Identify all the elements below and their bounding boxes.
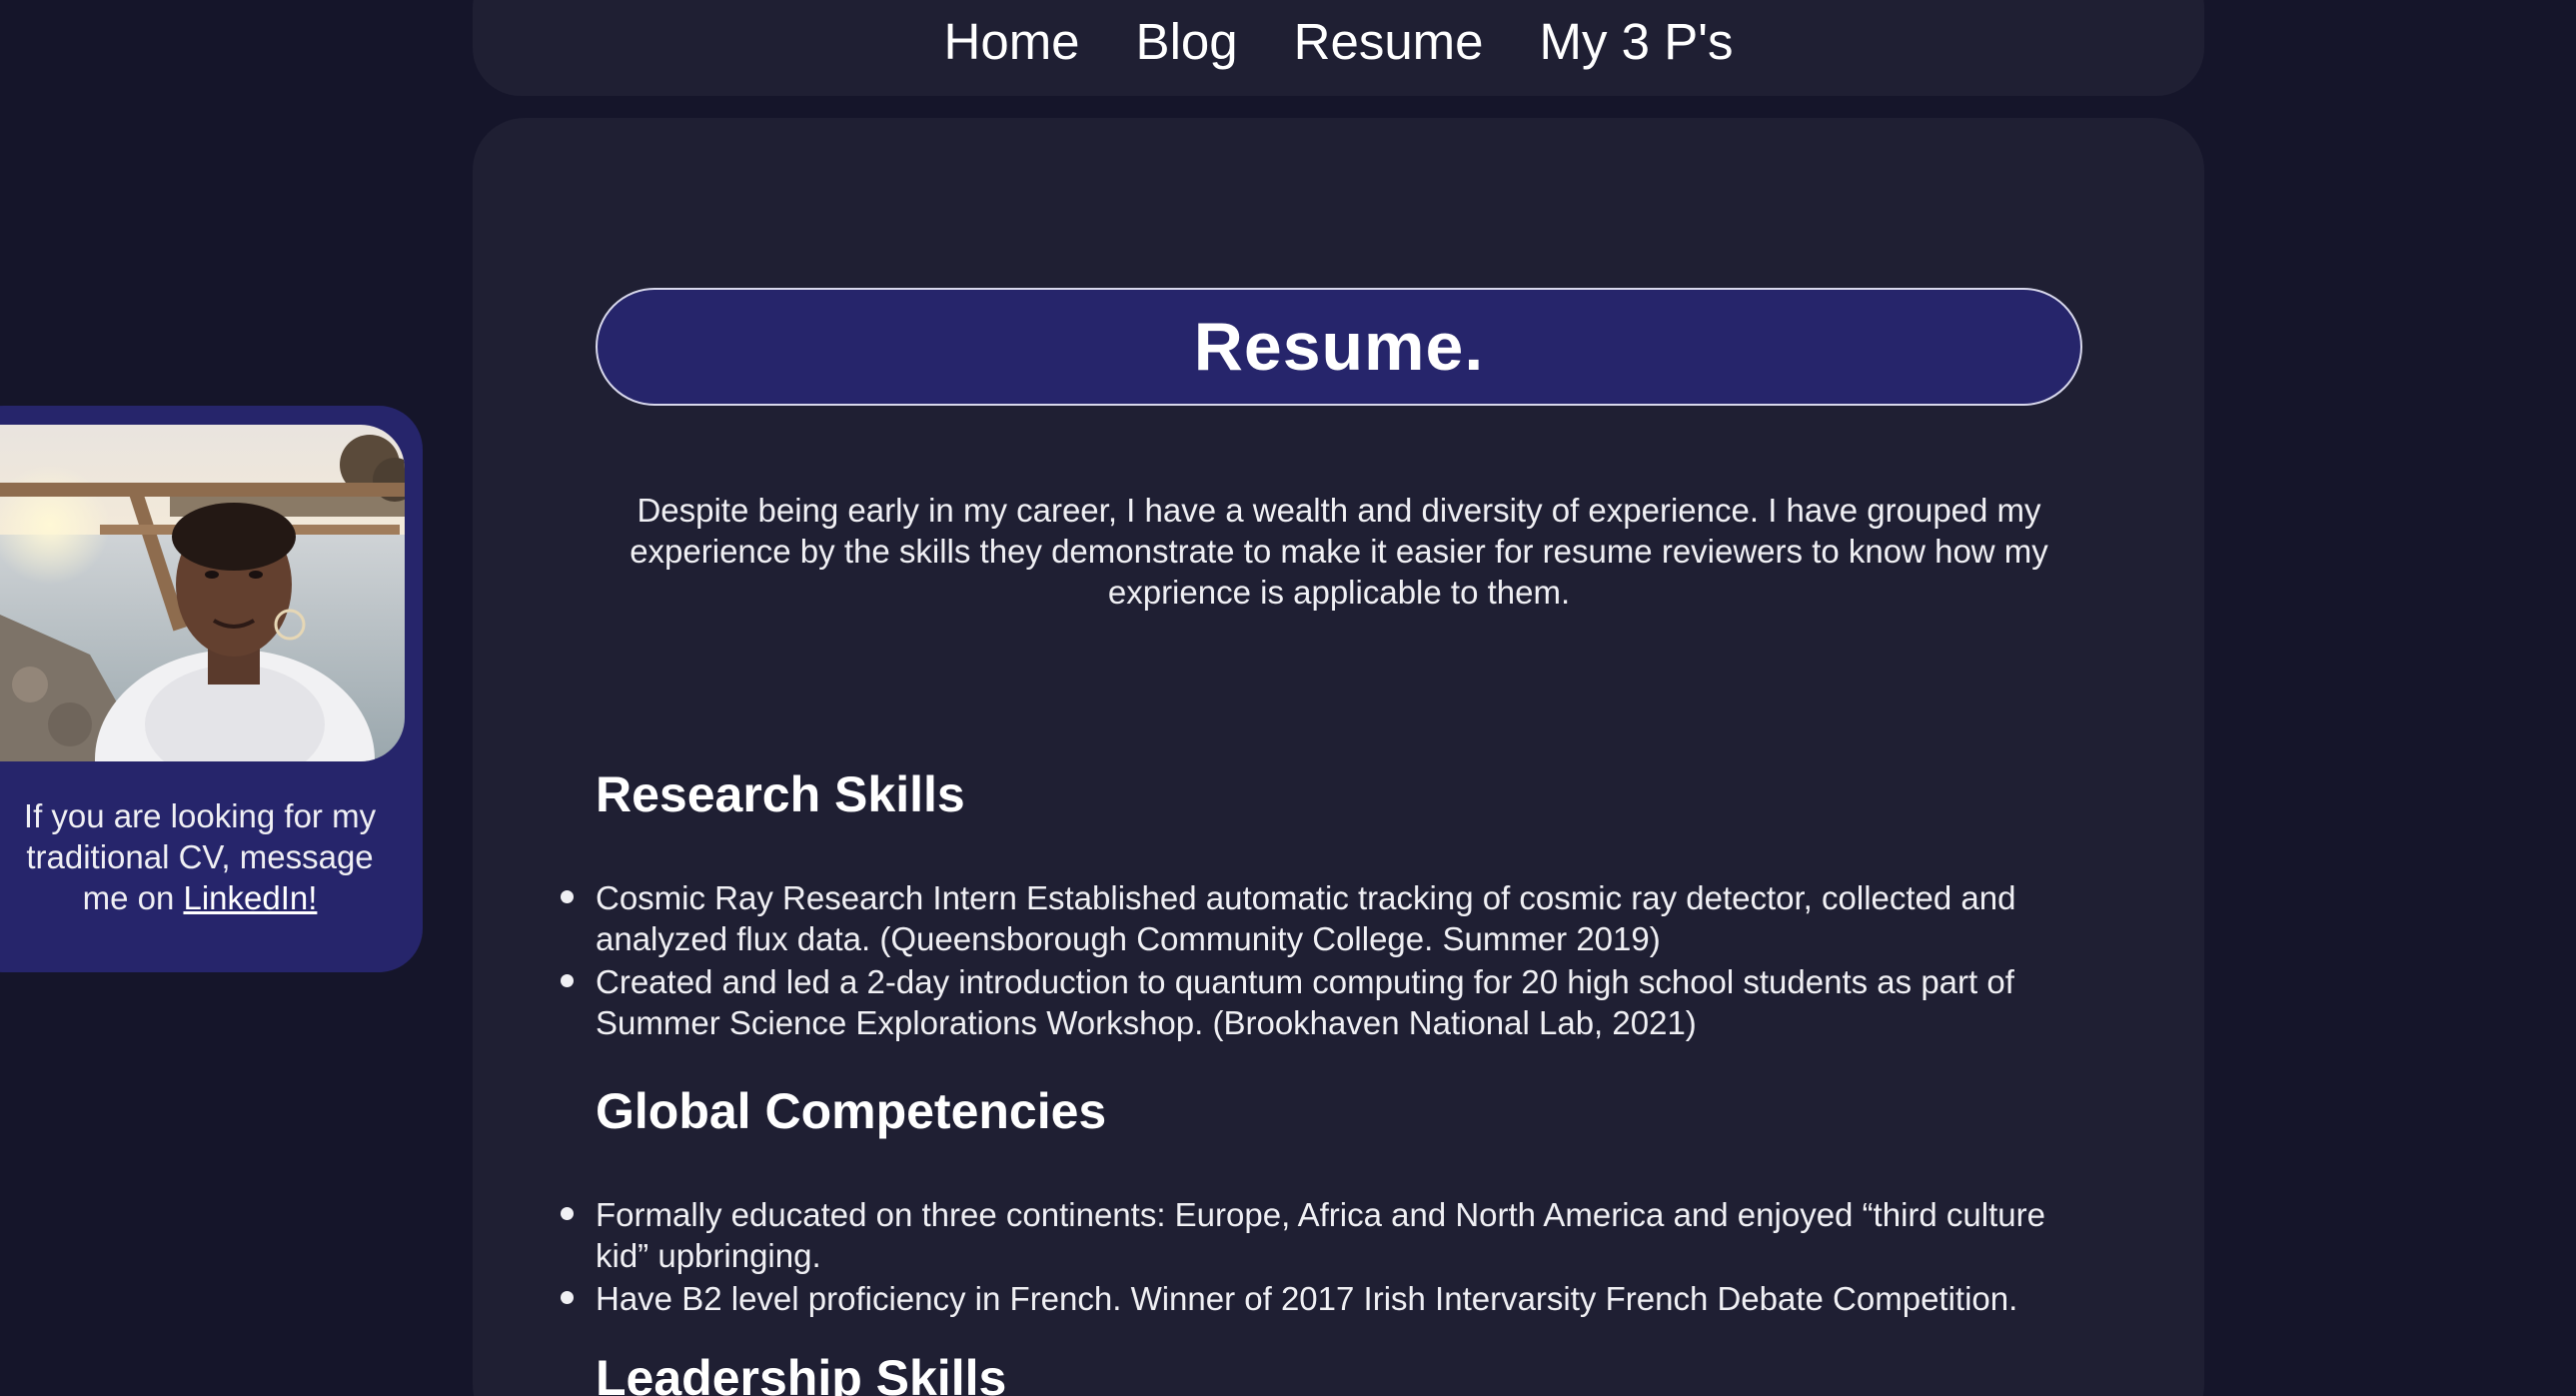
- list-item-text: Have B2 level proficiency in French. Win…: [596, 1280, 2018, 1317]
- bullet-icon: [561, 1207, 574, 1220]
- list-item: Cosmic Ray Research Intern Established a…: [561, 877, 2079, 959]
- list-item: Formally educated on three continents: E…: [561, 1194, 2079, 1276]
- nav-home-link[interactable]: Home: [944, 12, 1080, 72]
- top-nav: Home Blog Resume My 3 P's: [473, 0, 2204, 96]
- section-heading-global: Global Competencies: [596, 1083, 1107, 1139]
- profile-photo: [0, 425, 405, 761]
- global-competencies-list: Formally educated on three continents: E…: [561, 1194, 2079, 1321]
- page-title-banner: Resume.: [596, 288, 2082, 406]
- nav-resume-link[interactable]: Resume: [1294, 12, 1484, 72]
- bullet-icon: [561, 1291, 574, 1304]
- list-item-text: Created and led a 2-day introduction to …: [596, 963, 2014, 1041]
- main-card: Resume. Despite being early in my career…: [473, 118, 2204, 1396]
- section-heading-research: Research Skills: [596, 766, 965, 822]
- section-heading-leadership: Leadership Skills: [596, 1350, 1007, 1396]
- profile-card: If you are looking for my traditional CV…: [0, 406, 423, 972]
- page-title: Resume.: [1193, 309, 1485, 385]
- page: Home Blog Resume My 3 P's Resume. Despit…: [0, 0, 2576, 1396]
- cv-message: If you are looking for my traditional CV…: [0, 795, 400, 918]
- research-skills-list: Cosmic Ray Research Intern Established a…: [561, 877, 2079, 1045]
- nav-blog-link[interactable]: Blog: [1136, 12, 1238, 72]
- list-item: Created and led a 2-day introduction to …: [561, 961, 2079, 1043]
- list-item: Have B2 level proficiency in French. Win…: [561, 1278, 2079, 1319]
- bullet-icon: [561, 890, 574, 903]
- nav-3ps-link[interactable]: My 3 P's: [1540, 12, 1734, 72]
- list-item-text: Formally educated on three continents: E…: [596, 1196, 2045, 1274]
- bullet-icon: [561, 974, 574, 987]
- intro-paragraph: Despite being early in my career, I have…: [630, 492, 2048, 611]
- list-item-text: Cosmic Ray Research Intern Established a…: [596, 879, 2016, 957]
- linkedin-link[interactable]: LinkedIn!: [183, 879, 317, 916]
